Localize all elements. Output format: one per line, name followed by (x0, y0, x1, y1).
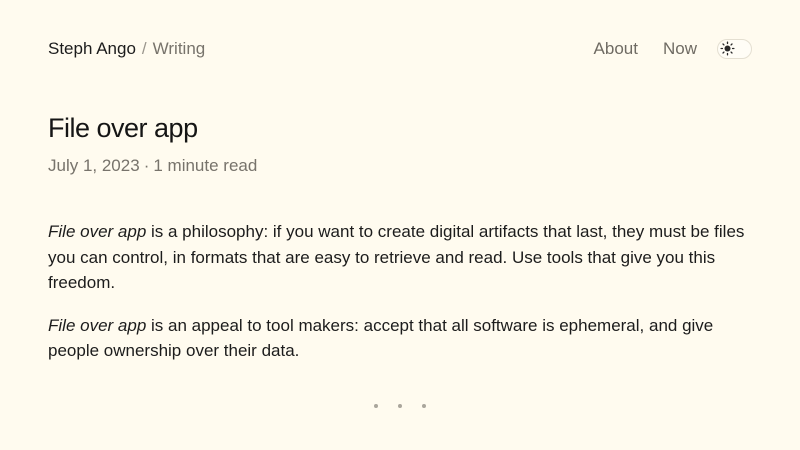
sun-icon (720, 41, 735, 56)
theme-toggle[interactable] (717, 38, 752, 59)
dot-3 (422, 404, 426, 408)
emphasis-term: File over app (48, 222, 147, 241)
nav-link-now[interactable]: Now (663, 39, 697, 59)
read-time: 1 minute read (153, 156, 258, 175)
paragraph-text: is an appeal to tool makers: accept that… (48, 315, 714, 361)
article-title: File over app (48, 113, 198, 143)
paragraph-2: File over app is an appeal to tool maker… (48, 313, 760, 364)
paragraph-text: is a philosophy: if you want to create d… (48, 222, 745, 293)
breadcrumb: Steph Ango / Writing (48, 39, 205, 59)
emphasis-term: File over app (48, 315, 147, 335)
paragraph-1: File over app is a philosophy: if you wa… (48, 219, 760, 296)
loading-dots (0, 404, 800, 410)
article-body: File over app is a philosophy: if you wa… (48, 219, 760, 381)
dot-1 (374, 404, 378, 408)
section-link-writing[interactable]: Writing (153, 39, 206, 59)
nav-link-about[interactable]: About (594, 39, 638, 59)
main-nav: About Now (594, 38, 752, 59)
dot-2 (398, 404, 402, 408)
meta-separator: · (143, 156, 150, 175)
article-date: July 1, 2023 (48, 156, 140, 175)
article-meta: July 1, 2023 · 1 minute read (48, 156, 257, 176)
site-header: Steph Ango / Writing About Now (48, 36, 752, 61)
breadcrumb-separator: / (141, 38, 147, 58)
site-name-link[interactable]: Steph Ango (48, 39, 136, 59)
